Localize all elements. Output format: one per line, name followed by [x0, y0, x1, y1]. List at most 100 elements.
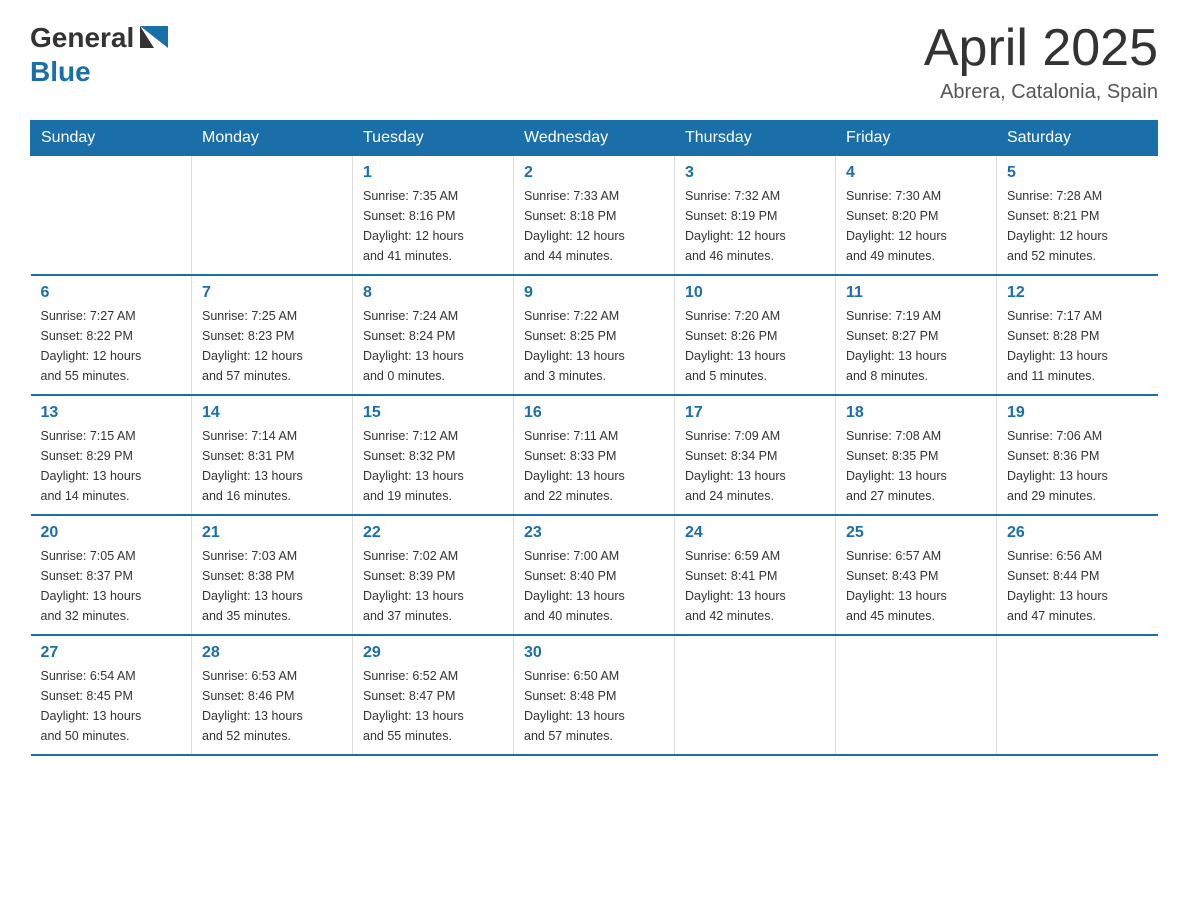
day-info: Sunrise: 7:00 AM Sunset: 8:40 PM Dayligh…	[524, 546, 664, 626]
cell-w1-d2: 8 Sunrise: 7:24 AM Sunset: 8:24 PM Daylig…	[353, 275, 514, 395]
cell-w2-d1: 14 Sunrise: 7:14 AM Sunset: 8:31 PM Dayli…	[192, 395, 353, 515]
week-row-0: 1 Sunrise: 7:35 AM Sunset: 8:16 PM Daylig…	[31, 156, 1158, 276]
day-number: 16	[524, 404, 664, 422]
cell-w2-d3: 16Sunrise: 7:11 AM Sunset: 8:33 PM Dayli…	[514, 395, 675, 515]
day-info: Sunrise: 7:25 AM Sunset: 8:23 PM Dayligh…	[202, 306, 342, 386]
day-number: 12	[1007, 284, 1148, 302]
page-header: General Blue April 2025 Abrera, Cataloni…	[30, 20, 1158, 104]
day-info: Sunrise: 7:24 AM Sunset: 8:24 PM Dayligh…	[363, 306, 503, 386]
cell-w1-d6: 12 Sunrise: 7:17 AM Sunset: 8:28 PM Dayli…	[997, 275, 1158, 395]
day-info: Sunrise: 7:22 AM Sunset: 8:25 PM Dayligh…	[524, 306, 664, 386]
day-number: 28	[202, 644, 342, 662]
day-number: 22	[363, 524, 503, 542]
day-number: 5	[1007, 164, 1148, 182]
week-row-1: 6Sunrise: 7:27 AM Sunset: 8:22 PM Daylig…	[31, 275, 1158, 395]
day-info: Sunrise: 6:50 AM Sunset: 8:48 PM Dayligh…	[524, 666, 664, 746]
day-info: Sunrise: 7:03 AM Sunset: 8:38 PM Dayligh…	[202, 546, 342, 626]
header-row: Sunday Monday Tuesday Wednesday Thursday…	[31, 121, 1158, 156]
day-number: 26	[1007, 524, 1148, 542]
day-number: 7	[202, 284, 342, 302]
calendar-subtitle: Abrera, Catalonia, Spain	[924, 81, 1158, 104]
day-number: 23	[524, 524, 664, 542]
day-info: Sunrise: 6:53 AM Sunset: 8:46 PM Dayligh…	[202, 666, 342, 746]
day-number: 15	[363, 404, 503, 422]
cell-w1-d4: 10 Sunrise: 7:20 AM Sunset: 8:26 PM Dayli…	[675, 275, 836, 395]
cell-w0-d3: 2 Sunrise: 7:33 AM Sunset: 8:18 PM Daylig…	[514, 156, 675, 276]
day-info: Sunrise: 7:27 AM Sunset: 8:22 PM Dayligh…	[41, 306, 182, 386]
calendar-table: Sunday Monday Tuesday Wednesday Thursday…	[30, 120, 1158, 756]
cell-w3-d4: 24 Sunrise: 6:59 AM Sunset: 8:41 PM Dayli…	[675, 515, 836, 635]
day-number: 13	[41, 404, 182, 422]
day-number: 11	[846, 284, 986, 302]
cell-w3-d5: 25 Sunrise: 6:57 AM Sunset: 8:43 PM Dayli…	[836, 515, 997, 635]
header-tuesday: Tuesday	[353, 121, 514, 156]
day-info: Sunrise: 7:15 AM Sunset: 8:29 PM Dayligh…	[41, 426, 182, 506]
cell-w2-d6: 19Sunrise: 7:06 AM Sunset: 8:36 PM Dayli…	[997, 395, 1158, 515]
header-saturday: Saturday	[997, 121, 1158, 156]
cell-w4-d1: 28 Sunrise: 6:53 AM Sunset: 8:46 PM Dayli…	[192, 635, 353, 755]
day-number: 2	[524, 164, 664, 182]
cell-w0-d0	[31, 156, 192, 276]
day-info: Sunrise: 7:32 AM Sunset: 8:19 PM Dayligh…	[685, 186, 825, 266]
day-number: 10	[685, 284, 825, 302]
day-info: Sunrise: 7:20 AM Sunset: 8:26 PM Dayligh…	[685, 306, 825, 386]
day-info: Sunrise: 7:02 AM Sunset: 8:39 PM Dayligh…	[363, 546, 503, 626]
day-info: Sunrise: 7:08 AM Sunset: 8:35 PM Dayligh…	[846, 426, 986, 506]
day-number: 3	[685, 164, 825, 182]
day-number: 21	[202, 524, 342, 542]
day-info: Sunrise: 7:28 AM Sunset: 8:21 PM Dayligh…	[1007, 186, 1148, 266]
logo: General Blue	[30, 20, 174, 88]
header-sunday: Sunday	[31, 121, 192, 156]
day-info: Sunrise: 7:35 AM Sunset: 8:16 PM Dayligh…	[363, 186, 503, 266]
cell-w0-d1	[192, 156, 353, 276]
cell-w1-d0: 6Sunrise: 7:27 AM Sunset: 8:22 PM Daylig…	[31, 275, 192, 395]
cell-w3-d3: 23 Sunrise: 7:00 AM Sunset: 8:40 PM Dayli…	[514, 515, 675, 635]
cell-w4-d6	[997, 635, 1158, 755]
cell-w2-d2: 15Sunrise: 7:12 AM Sunset: 8:32 PM Dayli…	[353, 395, 514, 515]
logo-text-general: General	[30, 22, 134, 54]
cell-w1-d1: 7 Sunrise: 7:25 AM Sunset: 8:23 PM Daylig…	[192, 275, 353, 395]
logo-triangle-icon	[136, 20, 172, 56]
cell-w3-d1: 21 Sunrise: 7:03 AM Sunset: 8:38 PM Dayli…	[192, 515, 353, 635]
day-number: 19	[1007, 404, 1148, 422]
cell-w2-d5: 18 Sunrise: 7:08 AM Sunset: 8:35 PM Dayli…	[836, 395, 997, 515]
calendar-title: April 2025	[924, 20, 1158, 77]
cell-w4-d2: 29 Sunrise: 6:52 AM Sunset: 8:47 PM Dayli…	[353, 635, 514, 755]
day-number: 14	[202, 404, 342, 422]
day-info: Sunrise: 7:14 AM Sunset: 8:31 PM Dayligh…	[202, 426, 342, 506]
day-number: 20	[41, 524, 182, 542]
cell-w4-d0: 27 Sunrise: 6:54 AM Sunset: 8:45 PM Dayli…	[31, 635, 192, 755]
cell-w0-d4: 3 Sunrise: 7:32 AM Sunset: 8:19 PM Daylig…	[675, 156, 836, 276]
cell-w3-d2: 22 Sunrise: 7:02 AM Sunset: 8:39 PM Dayli…	[353, 515, 514, 635]
day-number: 8	[363, 284, 503, 302]
day-info: Sunrise: 6:52 AM Sunset: 8:47 PM Dayligh…	[363, 666, 503, 746]
day-info: Sunrise: 7:33 AM Sunset: 8:18 PM Dayligh…	[524, 186, 664, 266]
cell-w0-d2: 1 Sunrise: 7:35 AM Sunset: 8:16 PM Daylig…	[353, 156, 514, 276]
header-thursday: Thursday	[675, 121, 836, 156]
day-number: 18	[846, 404, 986, 422]
day-number: 29	[363, 644, 503, 662]
cell-w4-d3: 30Sunrise: 6:50 AM Sunset: 8:48 PM Dayli…	[514, 635, 675, 755]
day-number: 24	[685, 524, 825, 542]
cell-w0-d5: 4 Sunrise: 7:30 AM Sunset: 8:20 PM Daylig…	[836, 156, 997, 276]
week-row-4: 27 Sunrise: 6:54 AM Sunset: 8:45 PM Dayli…	[31, 635, 1158, 755]
week-row-3: 20 Sunrise: 7:05 AM Sunset: 8:37 PM Dayli…	[31, 515, 1158, 635]
cell-w0-d6: 5 Sunrise: 7:28 AM Sunset: 8:21 PM Daylig…	[997, 156, 1158, 276]
day-number: 25	[846, 524, 986, 542]
day-info: Sunrise: 6:59 AM Sunset: 8:41 PM Dayligh…	[685, 546, 825, 626]
cell-w2-d4: 17Sunrise: 7:09 AM Sunset: 8:34 PM Dayli…	[675, 395, 836, 515]
cell-w3-d6: 26Sunrise: 6:56 AM Sunset: 8:44 PM Dayli…	[997, 515, 1158, 635]
day-info: Sunrise: 7:05 AM Sunset: 8:37 PM Dayligh…	[41, 546, 182, 626]
title-block: April 2025 Abrera, Catalonia, Spain	[924, 20, 1158, 104]
day-info: Sunrise: 6:57 AM Sunset: 8:43 PM Dayligh…	[846, 546, 986, 626]
day-number: 17	[685, 404, 825, 422]
day-number: 1	[363, 164, 503, 182]
day-info: Sunrise: 7:17 AM Sunset: 8:28 PM Dayligh…	[1007, 306, 1148, 386]
day-info: Sunrise: 7:30 AM Sunset: 8:20 PM Dayligh…	[846, 186, 986, 266]
day-number: 27	[41, 644, 182, 662]
day-number: 4	[846, 164, 986, 182]
day-info: Sunrise: 7:19 AM Sunset: 8:27 PM Dayligh…	[846, 306, 986, 386]
header-wednesday: Wednesday	[514, 121, 675, 156]
day-info: Sunrise: 6:54 AM Sunset: 8:45 PM Dayligh…	[41, 666, 182, 746]
cell-w1-d5: 11 Sunrise: 7:19 AM Sunset: 8:27 PM Dayli…	[836, 275, 997, 395]
